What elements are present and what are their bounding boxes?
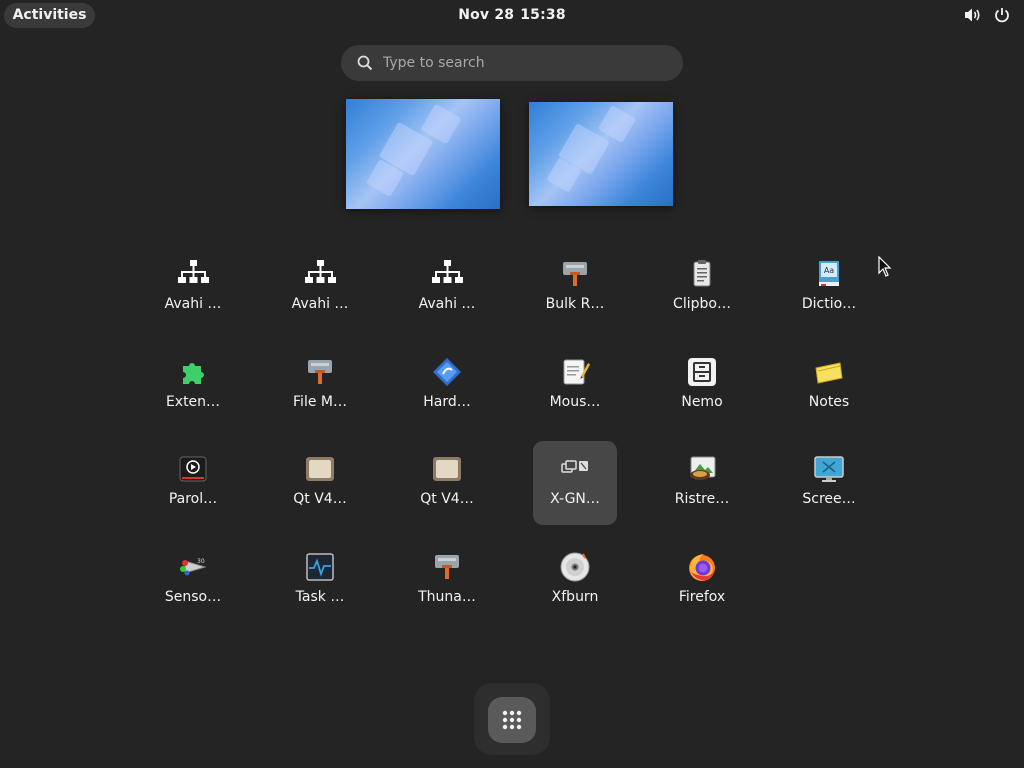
app-tile-clipboard[interactable]: Clipbo… (660, 246, 744, 330)
clock-date: Nov 28 (458, 7, 515, 23)
app-label: Hard… (423, 394, 471, 410)
screensaver-icon (814, 456, 844, 482)
app-tile-avahi-3[interactable]: Avahi … (405, 246, 489, 330)
clipboard-icon (693, 260, 711, 287)
app-label: Task … (295, 589, 345, 605)
generic-app-icon (435, 555, 459, 579)
app-label: Qt V4… (420, 491, 474, 507)
app-tile-screensaver[interactable]: Scree… (787, 441, 871, 525)
app-tile-dictionary[interactable]: Aa Dictio… (787, 246, 871, 330)
app-label: Avahi … (291, 296, 349, 312)
puzzle-icon (183, 363, 204, 384)
clock[interactable]: Nov 28 15:38 (0, 7, 1024, 23)
top-bar: Activities Nov 28 15:38 (0, 0, 1024, 32)
app-label: Notes (808, 394, 850, 410)
notepad-icon (563, 359, 590, 385)
clock-time: 15:38 (520, 7, 566, 23)
app-tile-hardinfo[interactable]: Hard… (405, 344, 489, 428)
media-player-icon (179, 456, 207, 482)
firefox-icon (689, 554, 715, 581)
app-tile-mousepad[interactable]: Mous… (533, 344, 617, 428)
app-tile-qt-v4l-1[interactable]: Qt V4… (278, 441, 362, 525)
grid-icon (502, 710, 522, 730)
webcam-icon (306, 457, 334, 481)
workspace-thumbnail-1[interactable] (346, 99, 500, 209)
app-tile-task-manager[interactable]: Task … (278, 539, 362, 623)
app-tile-xfburn[interactable]: Xfburn (533, 539, 617, 623)
xgnome-icon (561, 460, 588, 473)
task-manager-icon (306, 553, 334, 581)
app-tile-bulk-rename[interactable]: Bulk R… (533, 246, 617, 330)
webcam-icon (433, 457, 461, 481)
search-input[interactable] (383, 45, 663, 81)
app-tile-extensions[interactable]: Exten… (151, 344, 235, 428)
dash (474, 683, 550, 755)
sensors-icon: 30 (180, 558, 207, 576)
app-tile-ristretto[interactable]: Ristre… (660, 441, 744, 525)
app-label: Firefox (678, 589, 726, 605)
app-label: Clipbo… (673, 296, 731, 312)
app-label: Avahi … (164, 296, 222, 312)
app-label: File M… (293, 394, 347, 410)
app-tile-parole[interactable]: Parol… (151, 441, 235, 525)
power-icon[interactable] (994, 7, 1010, 23)
mouse-cursor-icon (878, 256, 892, 277)
app-label: Nemo (681, 394, 723, 410)
app-tile-notes[interactable]: Notes (787, 344, 871, 428)
generic-app-icon (563, 262, 587, 286)
dictionary-icon: Aa (819, 261, 839, 286)
svg-text:Aa: Aa (824, 266, 834, 275)
network-icon (432, 260, 463, 283)
system-tray[interactable] (964, 7, 1010, 23)
app-tile-avahi-2[interactable]: Avahi … (278, 246, 362, 330)
app-label: Parol… (168, 491, 218, 507)
app-label: Thuna… (418, 589, 476, 605)
generic-app-icon (308, 360, 332, 384)
app-label: Exten… (165, 394, 221, 410)
app-tile-avahi-1[interactable]: Avahi … (151, 246, 235, 330)
app-tile-file-manager[interactable]: File M… (278, 344, 362, 428)
file-cabinet-icon (688, 358, 716, 386)
search-bar[interactable] (341, 45, 683, 81)
app-label: Mous… (549, 394, 601, 410)
app-tile-firefox[interactable]: Firefox (660, 539, 744, 623)
app-tile-qt-v4l-2[interactable]: Qt V4… (405, 441, 489, 525)
hardinfo-icon (433, 358, 461, 386)
app-label: Avahi … (418, 296, 476, 312)
show-apps-button[interactable] (488, 697, 536, 743)
app-tile-nemo[interactable]: Nemo (660, 344, 744, 428)
app-label: Dictio… (801, 296, 857, 312)
notes-icon (815, 362, 843, 384)
app-tile-thunar[interactable]: Thuna… (405, 539, 489, 623)
search-icon (357, 55, 373, 71)
ristretto-icon (690, 456, 716, 480)
app-label: Xfburn (551, 589, 599, 605)
app-tile-sensors[interactable]: 30 Senso… (151, 539, 235, 623)
workspace-thumbnail-2[interactable] (529, 102, 673, 206)
app-label: X-GN… (550, 491, 600, 507)
network-icon (305, 260, 336, 283)
volume-icon[interactable] (964, 7, 982, 23)
app-label: Ristre… (674, 491, 730, 507)
app-label: Bulk R… (545, 296, 605, 312)
svg-text:30: 30 (197, 558, 205, 565)
network-icon (178, 260, 209, 283)
app-label: Scree… (802, 491, 856, 507)
app-label: Qt V4… (293, 491, 347, 507)
app-tile-x-gnome[interactable]: X-GN… (533, 441, 617, 525)
app-label: Senso… (164, 589, 222, 605)
disc-icon (560, 552, 590, 582)
